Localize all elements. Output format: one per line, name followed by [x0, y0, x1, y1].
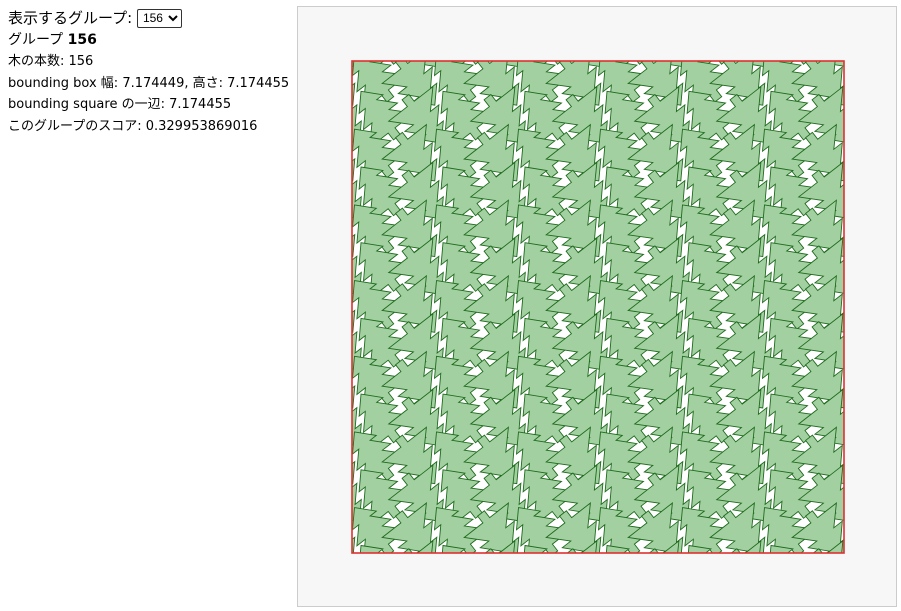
tree-polygon [352, 157, 356, 182]
tree-polygon [843, 378, 844, 380]
tree-polygon [881, 238, 896, 294]
tree-count-text: 木の本数: 156 [8, 54, 94, 69]
tree-polygon [843, 76, 844, 77]
tree-polygon [851, 394, 896, 450]
group-select[interactable]: 156 [136, 8, 182, 28]
tree-polygon [843, 151, 844, 153]
tree-polygon [851, 546, 896, 602]
tree-polygon [874, 503, 896, 559]
tree-polygon [851, 91, 896, 147]
tree-polygon [298, 91, 332, 147]
tree-polygon [298, 54, 325, 110]
tree-polygon [523, 544, 548, 553]
tree-polygon [298, 356, 325, 412]
tree-plot [298, 11, 896, 602]
tree-polygon [851, 318, 896, 374]
tree-polygon [298, 508, 325, 564]
tree-polygon [298, 205, 325, 261]
tree-polygon [441, 544, 466, 553]
tree-polygon [298, 546, 332, 602]
tree-polygon [874, 276, 896, 332]
tree-polygon [874, 352, 896, 408]
tree-polygon [298, 167, 332, 223]
tree-polygon [851, 470, 896, 526]
tree-polygon [298, 129, 325, 185]
group-title-number: 156 [67, 31, 97, 48]
tree-polygon [843, 454, 844, 455]
tree-polygon [843, 303, 844, 304]
tree-polygon [851, 243, 896, 299]
group-select-row: 表示するグループ: 156 [8, 8, 289, 30]
tree-polygon [298, 318, 332, 374]
plot-frame [297, 6, 897, 607]
tree-polygon [664, 61, 689, 68]
tree-polygon [352, 460, 356, 485]
tree-polygon [874, 427, 896, 483]
tree-polygon [874, 49, 896, 105]
tree-polygon [874, 125, 896, 181]
tree-polygon [851, 167, 896, 223]
tree-polygon [843, 227, 844, 228]
tree-polygon [843, 530, 844, 531]
tree-polygon [352, 82, 356, 106]
tree-polygon [500, 61, 525, 68]
tree-polygon [881, 314, 896, 370]
tree-polygon [352, 536, 356, 553]
tree-polygon [881, 11, 896, 67]
tree-polygon [359, 544, 384, 553]
tree-polygon [352, 61, 361, 68]
tree-polygon [298, 394, 332, 450]
tree-polygon [881, 390, 896, 446]
group-title-label: グループ [8, 31, 64, 48]
tree-polygon [881, 465, 896, 521]
tree-polygon [605, 544, 630, 553]
bounding-box-text: bounding box 幅: 7.174449, 高さ: 7.174455 [8, 75, 290, 91]
tree-polygon [352, 385, 356, 409]
tree-polygon [881, 541, 896, 597]
tree-polygon [298, 432, 325, 488]
tree-polygon [298, 281, 325, 337]
tree-polygon [298, 243, 332, 299]
tree-polygon [352, 233, 356, 258]
tree-polygon [881, 87, 896, 143]
tree-polygon [851, 16, 896, 72]
tree-polygon [298, 470, 332, 526]
group-score-text: このグループのスコア: 0.329953869016 [8, 118, 258, 134]
tree-polygon [874, 200, 896, 256]
tree-polygon [746, 61, 771, 68]
tree-polygon [687, 544, 712, 553]
tree-polygon [298, 16, 332, 72]
tree-polygon [828, 61, 844, 67]
tree-polygon [769, 544, 794, 553]
group-title: グループ 156 [8, 30, 289, 52]
bounding-square-text: bounding square の一辺: 7.174455 [8, 97, 232, 112]
tree-polygon [582, 61, 607, 68]
info-panel: 表示するグループ: 156 グループ 156 木の本数: 156 boundin… [8, 8, 289, 137]
tree-polygon [881, 162, 896, 218]
tree-polygon [352, 309, 356, 333]
group-select-label: 表示するグループ: [8, 9, 133, 27]
tree-polygon [418, 61, 443, 68]
